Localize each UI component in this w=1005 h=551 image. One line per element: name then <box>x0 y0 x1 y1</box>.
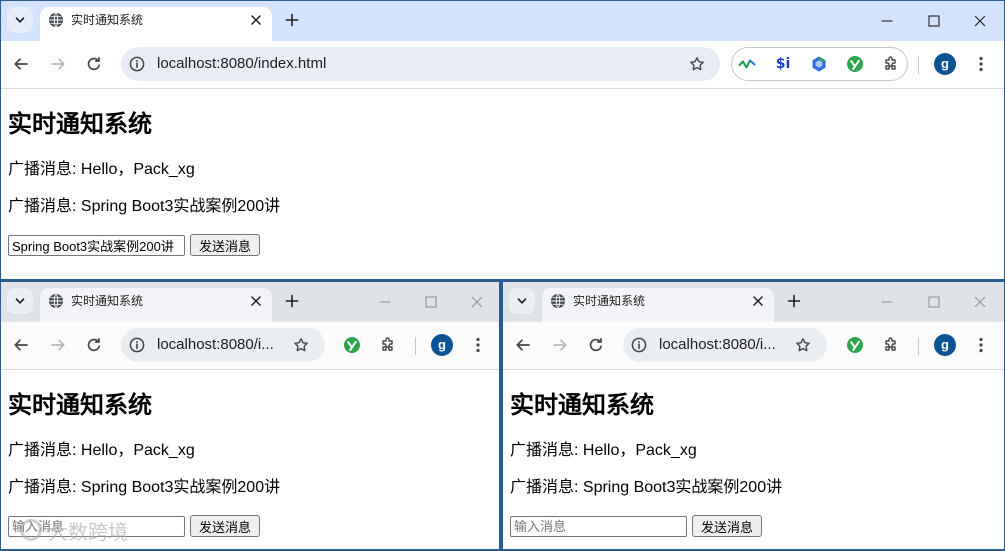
extensions-group: $i <box>731 47 908 81</box>
tab-realtime-notify[interactable]: 实时通知系统 <box>40 7 272 41</box>
broadcast-message: 广播消息: Hello，Pack_xg <box>8 442 195 459</box>
send-message-button[interactable]: 发送消息 <box>190 515 260 537</box>
window-close-icon[interactable] <box>455 282 499 322</box>
page-title: 实时通知系统 <box>8 392 152 419</box>
message-input[interactable] <box>8 516 185 537</box>
tab-close-icon[interactable] <box>246 10 266 30</box>
back-arrow-icon[interactable] <box>5 329 37 361</box>
address-url[interactable]: localhost:8080/index.html <box>157 47 326 81</box>
tab-strip: 实时通知系统 <box>1 1 1004 41</box>
puzzle-icon[interactable] <box>376 333 400 357</box>
broadcast-message: 广播消息: Spring Boot3实战案例200讲 <box>510 479 783 496</box>
dollar-i-icon[interactable]: $i <box>771 52 795 76</box>
hexagon-cube-icon[interactable] <box>807 52 831 76</box>
reload-icon[interactable] <box>78 48 110 80</box>
browser-window-right: 实时通知系统 localhost:8080/i... g 实时通知系统 广播消息… <box>503 282 1004 549</box>
globe-icon <box>48 12 64 28</box>
message-input[interactable] <box>8 235 185 256</box>
send-message-button[interactable]: 发送消息 <box>692 515 762 537</box>
puzzle-icon[interactable] <box>879 333 903 357</box>
green-check-circle-icon[interactable] <box>843 333 867 357</box>
tab-realtime-notify[interactable]: 实时通知系统 <box>542 288 774 322</box>
tab-search-chevron-icon[interactable] <box>7 7 33 33</box>
more-menu-icon[interactable] <box>969 333 993 357</box>
message-input[interactable] <box>510 516 687 537</box>
window-close-icon[interactable] <box>958 1 1002 41</box>
page-title: 实时通知系统 <box>510 392 654 419</box>
address-url[interactable]: localhost:8080/i... <box>659 328 776 362</box>
bookmark-star-icon[interactable] <box>793 335 813 355</box>
tab-strip: 实时通知系统 <box>503 282 1004 322</box>
send-message-button[interactable]: 发送消息 <box>190 234 260 256</box>
profile-avatar[interactable]: g <box>934 334 956 356</box>
tab-close-icon[interactable] <box>748 291 768 311</box>
green-check-circle-icon[interactable] <box>843 52 867 76</box>
forward-arrow-icon[interactable] <box>42 48 74 80</box>
bookmark-star-icon[interactable] <box>291 335 311 355</box>
tab-close-icon[interactable] <box>246 291 266 311</box>
globe-icon <box>48 293 64 309</box>
broadcast-message: 广播消息: Spring Boot3实战案例200讲 <box>8 198 281 215</box>
site-info-icon[interactable] <box>127 335 147 355</box>
tab-title: 实时通知系统 <box>71 294 144 308</box>
tab-realtime-notify[interactable]: 实时通知系统 <box>40 288 272 322</box>
bookmark-star-icon[interactable] <box>687 54 707 74</box>
site-info-icon[interactable] <box>127 54 147 74</box>
address-url[interactable]: localhost:8080/i... <box>157 328 274 362</box>
window-close-icon[interactable] <box>958 282 1002 322</box>
back-arrow-icon[interactable] <box>5 48 37 80</box>
browser-window-main: 实时通知系统 localhost:8080/index.html $i g 实时… <box>1 1 1004 279</box>
address-bar[interactable]: localhost:8080/index.html <box>121 47 720 81</box>
browser-window-left: 实时通知系统 localhost:8080/i... g 实时通知系统 广播消息… <box>1 282 499 549</box>
new-tab-plus-icon[interactable] <box>281 290 303 312</box>
forward-arrow-icon[interactable] <box>42 329 74 361</box>
tab-search-chevron-icon[interactable] <box>509 288 535 314</box>
forward-arrow-icon[interactable] <box>544 329 576 361</box>
globe-icon <box>550 293 566 309</box>
toolbar-divider <box>918 56 919 74</box>
browser-toolbar: localhost:8080/i... g <box>1 322 499 370</box>
reload-icon[interactable] <box>580 329 612 361</box>
toolbar-divider <box>918 337 919 355</box>
tab-strip: 实时通知系统 <box>1 282 499 322</box>
minimize-icon[interactable] <box>865 1 909 41</box>
maximize-icon[interactable] <box>912 282 956 322</box>
maximize-icon[interactable] <box>409 282 453 322</box>
minimize-icon[interactable] <box>865 282 909 322</box>
maximize-icon[interactable] <box>912 1 956 41</box>
more-menu-icon[interactable] <box>969 52 993 76</box>
profile-avatar[interactable]: g <box>431 334 453 356</box>
address-bar[interactable]: localhost:8080/i... <box>623 328 827 362</box>
tab-title: 实时通知系统 <box>573 294 646 308</box>
page-title: 实时通知系统 <box>8 111 152 138</box>
browser-toolbar: localhost:8080/index.html $i g <box>1 41 1004 89</box>
new-tab-plus-icon[interactable] <box>783 290 805 312</box>
back-arrow-icon[interactable] <box>507 329 539 361</box>
new-tab-plus-icon[interactable] <box>281 9 303 31</box>
more-menu-icon[interactable] <box>466 333 490 357</box>
broadcast-message: 广播消息: Hello，Pack_xg <box>510 442 697 459</box>
minimize-icon[interactable] <box>363 282 407 322</box>
tab-title: 实时通知系统 <box>71 13 144 27</box>
puzzle-icon[interactable] <box>879 52 903 76</box>
profile-avatar[interactable]: g <box>934 53 956 75</box>
green-check-circle-icon[interactable] <box>340 333 364 357</box>
browser-toolbar: localhost:8080/i... g <box>503 322 1004 370</box>
address-bar[interactable]: localhost:8080/i... <box>121 328 325 362</box>
broadcast-message: 广播消息: Hello，Pack_xg <box>8 161 195 178</box>
tab-search-chevron-icon[interactable] <box>7 288 33 314</box>
broadcast-message: 广播消息: Spring Boot3实战案例200讲 <box>8 479 281 496</box>
pulse-check-icon[interactable] <box>735 52 759 76</box>
toolbar-divider <box>415 337 416 355</box>
reload-icon[interactable] <box>78 329 110 361</box>
site-info-icon[interactable] <box>629 335 649 355</box>
